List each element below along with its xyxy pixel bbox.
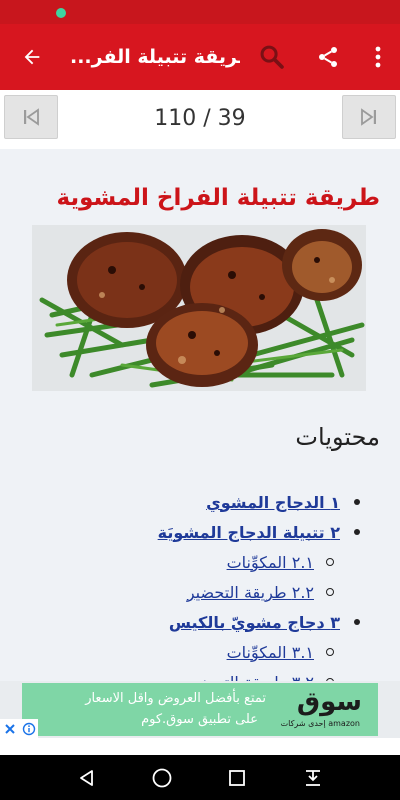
list-item: ١ الدجاج المشوي	[206, 487, 360, 517]
ad-content[interactable]: سوق amazon إحدى شركات تمتع بأفضل العروض …	[22, 683, 378, 736]
toc-link[interactable]: ٣.٢ طريقة التحضير	[187, 673, 314, 682]
article-image	[32, 225, 366, 391]
article-content: طريقة تتبيلة الفراخ المشوية محتويات ١ ال…	[0, 149, 400, 681]
toc-heading: محتويات	[295, 423, 380, 451]
ad-logo-subtitle: amazon إحدى شركات	[280, 719, 360, 728]
more-vert-icon[interactable]	[356, 24, 400, 90]
ring-bullet-icon	[326, 648, 334, 656]
page-counter: 110 / 39	[154, 105, 246, 131]
app-bar: طريقة تتبيلة الفر...	[0, 24, 400, 90]
bullet-icon	[354, 529, 360, 535]
search-icon[interactable]	[250, 24, 294, 90]
toc-link[interactable]: ٢.١ المكوِّنات	[227, 553, 314, 572]
last-page-button[interactable]	[342, 95, 396, 139]
toc-link[interactable]: ٢.٢ طريقة التحضير	[187, 583, 314, 602]
nav-recents-icon[interactable]	[212, 755, 262, 800]
nav-back-icon[interactable]	[62, 755, 112, 800]
screen: طريقة تتبيلة الفر... 110 / 39 طريقة تتبي…	[0, 0, 400, 800]
first-page-button[interactable]	[4, 95, 58, 139]
spacer	[0, 738, 400, 755]
toc-link[interactable]: ٣.١ المكوِّنات	[227, 643, 314, 662]
toc-link[interactable]: ٣ دجاج مشويّ بالكيس	[169, 613, 340, 632]
bullet-icon	[354, 619, 360, 625]
list-item: ٣ دجاج مشويّ بالكيس	[169, 607, 360, 637]
page-title: طريقة تتبيلة الفر...	[70, 46, 240, 68]
close-icon[interactable]	[0, 719, 20, 738]
notification-dot-icon	[56, 8, 66, 18]
info-icon[interactable]	[20, 719, 38, 738]
list-item: ٢.٢ طريقة التحضير	[187, 577, 334, 607]
list-item: ٣.١ المكوِّنات	[227, 637, 334, 667]
ring-bullet-icon	[326, 588, 334, 596]
toc-link[interactable]: ٢ تتبيلة الدجاج المشويَة	[158, 523, 340, 542]
arrow-back-icon[interactable]	[10, 24, 54, 90]
pager-bar: 110 / 39	[0, 90, 400, 146]
ad-logo: سوق	[296, 687, 362, 717]
skip-previous-icon	[24, 108, 39, 126]
ring-bullet-icon	[326, 558, 334, 566]
ad-text-line2: على تطبيق سوق.كوم	[141, 712, 258, 727]
toc-link[interactable]: ١ الدجاج المشوي	[206, 493, 340, 512]
system-nav-bar	[0, 755, 400, 800]
share-icon[interactable]	[306, 24, 350, 90]
list-item: ٢.١ المكوِّنات	[227, 547, 334, 577]
status-bar	[0, 0, 400, 24]
list-item: ٢ تتبيلة الدجاج المشويَة	[158, 517, 360, 547]
ad-banner: سوق amazon إحدى شركات تمتع بأفضل العروض …	[0, 681, 400, 738]
article-title: طريقة تتبيلة الفراخ المشوية	[56, 185, 380, 211]
nav-menu-icon[interactable]	[288, 755, 338, 800]
list-item: ٣.٢ طريقة التحضير	[187, 667, 334, 681]
skip-next-icon	[361, 108, 376, 126]
ad-text-line1: تمتع بأفضل العروض واقل الاسعار	[85, 691, 266, 706]
bullet-icon	[354, 499, 360, 505]
nav-home-icon[interactable]	[137, 755, 187, 800]
